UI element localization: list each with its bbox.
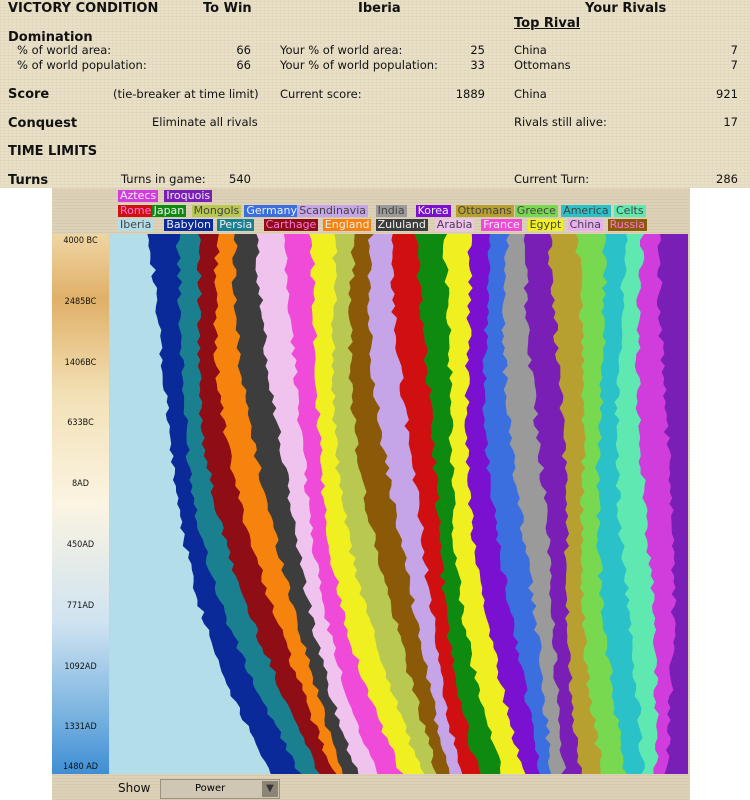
- score-to-win: (tie-breaker at time limit): [113, 87, 259, 101]
- time-axis: 4000 BC 2485BC 1406BC 633BC 8AD 450AD 771AD 109…: [52, 234, 109, 774]
- rivals-alive-value: 17: [723, 115, 738, 129]
- legend-item-iberia: Iberia: [118, 218, 154, 231]
- legend-item-egypt: Egypt: [527, 218, 564, 231]
- power-graph: [110, 234, 688, 774]
- conquest-to-win: Eliminate all rivals: [152, 115, 258, 129]
- rival-population-name: Ottomans: [514, 58, 571, 72]
- legend-item-iroquois: Iroquois: [164, 189, 213, 202]
- legend-item-arabia: Arabia: [434, 218, 475, 231]
- legend-item-india: India: [375, 204, 407, 217]
- legend-item-mongols: Mongols: [191, 204, 242, 217]
- power-graph-svg: [110, 234, 688, 774]
- legend-item-babylon: Babylon: [164, 218, 213, 231]
- to-win-heading: To Win: [203, 1, 252, 16]
- show-label: Show: [118, 781, 151, 795]
- legend-item-zululand: Zululand: [375, 218, 428, 231]
- axis-tick: 8AD: [72, 479, 89, 490]
- axis-tick: 1331AD: [64, 722, 97, 733]
- legend-item-france: France: [481, 218, 522, 231]
- axis-tick: 1406BC: [64, 357, 97, 368]
- legend-item-ottomans: Ottomans: [455, 204, 514, 217]
- axis-tick: 1480 AD: [63, 762, 98, 772]
- your-rivals-heading: Your Rivals: [585, 1, 667, 16]
- turns-label: Turns: [8, 173, 49, 188]
- your-population-label: Your % of world population:: [280, 58, 438, 72]
- show-dropdown-value: Power: [195, 783, 226, 794]
- legend-item-america: America: [561, 204, 611, 217]
- axis-tick: 771AD: [66, 600, 95, 611]
- rival-area-value: 7: [730, 43, 738, 57]
- legend-item-carthage: Carthage: [263, 218, 319, 231]
- your-population-value: 33: [470, 58, 485, 72]
- victory-panel: VICTORY CONDITION To Win Iberia Your Riv…: [0, 0, 750, 188]
- legend-item-aztecs: Aztecs: [118, 189, 159, 202]
- current-score-value: 1889: [455, 87, 485, 101]
- rival-population-value: 7: [730, 58, 738, 72]
- legend-item-persia: Persia: [217, 218, 255, 231]
- victory-condition-heading: VICTORY CONDITION: [8, 1, 159, 16]
- population-to-win: 66: [236, 58, 251, 72]
- time-limits-heading: TIME LIMITS: [8, 144, 98, 159]
- current-score-label: Current score:: [280, 87, 362, 101]
- population-label: % of world population:: [17, 58, 147, 72]
- legend-item-england: England: [322, 218, 372, 231]
- legend-item-china: China: [567, 218, 604, 231]
- civ-legend: Aztecs Iroquois Rome Japan Mongols Germany Sca…: [52, 188, 690, 234]
- legend-item-russia: Russia: [607, 218, 647, 231]
- axis-tick: 633BC: [67, 418, 94, 429]
- axis-tick: 2485BC: [64, 296, 97, 307]
- axis-tick: 1092AD: [64, 661, 97, 672]
- rivals-alive-label: Rivals still alive:: [514, 115, 607, 129]
- turns-in-game-value: 540: [229, 172, 251, 186]
- legend-item-japan: Japan: [151, 204, 187, 217]
- show-dropdown[interactable]: Power ▼: [160, 779, 280, 799]
- turns-in-game-label: Turns in game:: [121, 172, 206, 186]
- axis-tick: 450AD: [66, 540, 95, 550]
- legend-item-scandinavia: Scandinavia: [297, 204, 368, 217]
- axis-tick: 4000 BC: [63, 236, 98, 246]
- legend-item-celts: Celts: [614, 204, 646, 217]
- chevron-down-icon[interactable]: ▼: [262, 781, 278, 797]
- legend-item-greece: Greece: [514, 204, 558, 217]
- power-graph-panel: Aztecs Iroquois Rome Japan Mongols Germany Sca…: [52, 188, 690, 800]
- current-turn-label: Current Turn:: [514, 172, 590, 186]
- show-bar: Show Power ▼: [52, 774, 690, 800]
- rival-score-name: China: [514, 87, 547, 101]
- conquest-label: Conquest: [8, 116, 78, 131]
- legend-item-korea: Korea: [415, 204, 451, 217]
- rival-area-name: China: [514, 43, 547, 57]
- rival-score-value: 921: [716, 87, 738, 101]
- current-turn-value: 286: [716, 172, 738, 186]
- your-area-value: 25: [470, 43, 485, 57]
- player-civ-heading: Iberia: [358, 1, 401, 16]
- area-label: % of world area:: [17, 43, 112, 57]
- score-label: Score: [8, 87, 50, 102]
- top-rival-heading: Top Rival: [514, 16, 581, 31]
- legend-item-germany: Germany: [244, 204, 299, 217]
- your-area-label: Your % of world area:: [280, 43, 403, 57]
- area-to-win: 66: [236, 43, 251, 57]
- legend-item-rome: Rome: [118, 204, 154, 217]
